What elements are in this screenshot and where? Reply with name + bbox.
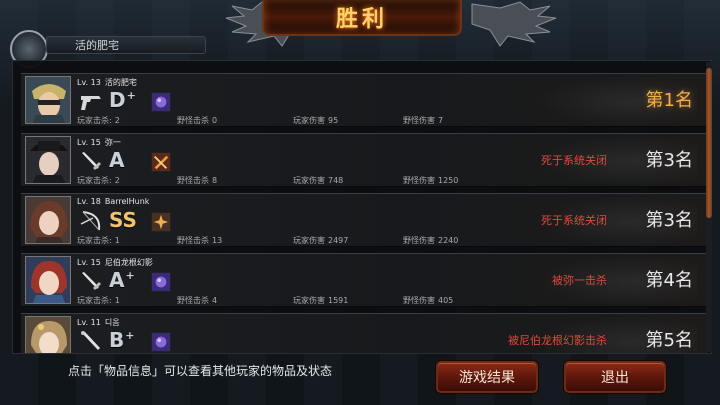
- skill-icon: [151, 212, 171, 232]
- monster-damage: 野怪伤害 7: [403, 116, 444, 125]
- results-panel[interactable]: Lv. 13 活的肥宅 D+ 玩家击杀: 2 野怪击杀 0 玩家伤害 95 野怪伤害 7 …: [12, 60, 712, 354]
- monster-damage: 野怪伤害 1250: [403, 176, 459, 185]
- player-kills: 玩家击杀: 2: [77, 116, 120, 125]
- top-player-tab: 活的肥宅: [46, 36, 206, 54]
- bat-icon: [81, 331, 100, 350]
- pistol-icon: [81, 96, 101, 110]
- rank-label: 第3名: [645, 210, 693, 231]
- player-damage: 玩家伤害 2497: [293, 236, 349, 245]
- player-damage: 玩家伤害 748: [293, 176, 344, 185]
- grade-badge: A+: [109, 268, 135, 292]
- player-row[interactable]: Lv. 15 弥一 A 玩家击杀: 2 野怪击杀 8 玩家伤害 748 野怪伤害 1250…: [21, 133, 707, 187]
- grade-badge: B+: [109, 328, 135, 352]
- avatar[interactable]: [25, 76, 71, 124]
- exit-button[interactable]: 退出: [564, 361, 666, 393]
- victory-title: 胜利: [335, 7, 388, 32]
- monster-kills: 野怪击杀 4: [177, 296, 218, 305]
- player-name: 尼伯龙根幻影: [104, 258, 153, 267]
- wing-right-icon: [471, 1, 557, 47]
- player-level: Lv. 13: [77, 78, 101, 87]
- avatar[interactable]: [25, 136, 71, 184]
- rank-label: 第5名: [645, 330, 693, 351]
- monster-kills: 野怪击杀 13: [177, 236, 223, 245]
- skill-icon: [151, 272, 171, 292]
- player-level-name: Lv. 15 尼伯龙根幻影: [77, 257, 157, 268]
- grade-badge: D+: [109, 88, 136, 112]
- player-kills: 玩家击杀: 1: [77, 296, 120, 305]
- game-result-button[interactable]: 游戏结果: [436, 361, 538, 393]
- rank-label: 第3名: [645, 150, 693, 171]
- player-name: BarrelHunk: [104, 197, 150, 206]
- death-cause: 被尼伯龙根幻影击杀: [508, 334, 607, 347]
- player-row[interactable]: Lv. 11 디옴 B+ 被尼伯龙根幻影击杀 第5名: [21, 313, 707, 353]
- player-row[interactable]: Lv. 13 活的肥宅 D+ 玩家击杀: 2 野怪击杀 0 玩家伤害 95 野怪伤害 7 …: [21, 73, 707, 127]
- hint-text: 点击「物品信息」可以查看其他玩家的物品及状态: [68, 364, 333, 378]
- scroll-thumb[interactable]: [706, 68, 712, 218]
- sword-icon: [82, 152, 101, 170]
- player-level: Lv. 18: [77, 197, 101, 206]
- player-level-name: Lv. 13 活的肥宅: [77, 77, 141, 88]
- monster-damage: 野怪伤害 2240: [403, 236, 459, 245]
- death-cause: 死于系统关闭: [541, 214, 607, 227]
- player-kills: 玩家击杀: 1: [77, 236, 120, 245]
- sword-icon: [82, 272, 101, 290]
- player-level-name: Lv. 15 弥一: [77, 137, 125, 148]
- death-cause: 死于系统关闭: [541, 154, 607, 167]
- player-damage: 玩家伤害 1591: [293, 296, 349, 305]
- title-plate: 胜利: [262, 0, 462, 36]
- player-name: 活的肥宅: [104, 78, 137, 87]
- scrollbar[interactable]: [706, 62, 712, 352]
- player-damage: 玩家伤害 95: [293, 116, 339, 125]
- player-kills: 玩家击杀: 2: [77, 176, 120, 185]
- player-level: Lv. 15: [77, 138, 101, 147]
- grade-badge: A: [109, 148, 125, 172]
- grade-badge: SS: [109, 208, 137, 232]
- player-name: 弥一: [104, 138, 121, 147]
- player-row[interactable]: Lv. 18 BarrelHunk SS 玩家击杀: 1 野怪击杀 13 玩家伤害 24…: [21, 193, 707, 247]
- monster-kills: 野怪击杀 8: [177, 176, 218, 185]
- player-row[interactable]: Lv. 15 尼伯龙根幻影 A+ 玩家击杀: 1 野怪击杀 4 玩家伤害 1591 野怪…: [21, 253, 707, 307]
- player-level-name: Lv. 18 BarrelHunk: [77, 197, 153, 206]
- rank-label: 第1名: [645, 90, 693, 111]
- monster-kills: 野怪击杀 0: [177, 116, 218, 125]
- bow-icon: [80, 211, 101, 231]
- player-level: Lv. 15: [77, 258, 101, 267]
- player-level-name: Lv. 11 디옴: [77, 317, 124, 328]
- skill-icon: [151, 92, 171, 112]
- player-name: 디옴: [104, 318, 120, 327]
- death-cause: 被弥一击杀: [552, 274, 607, 287]
- avatar[interactable]: [25, 256, 71, 304]
- monster-damage: 野怪伤害 405: [403, 296, 454, 305]
- avatar[interactable]: [25, 316, 71, 353]
- avatar[interactable]: [25, 196, 71, 244]
- rank-label: 第4名: [645, 270, 693, 291]
- player-level: Lv. 11: [77, 318, 101, 327]
- skill-icon: [151, 332, 171, 352]
- skill-icon: [151, 152, 171, 172]
